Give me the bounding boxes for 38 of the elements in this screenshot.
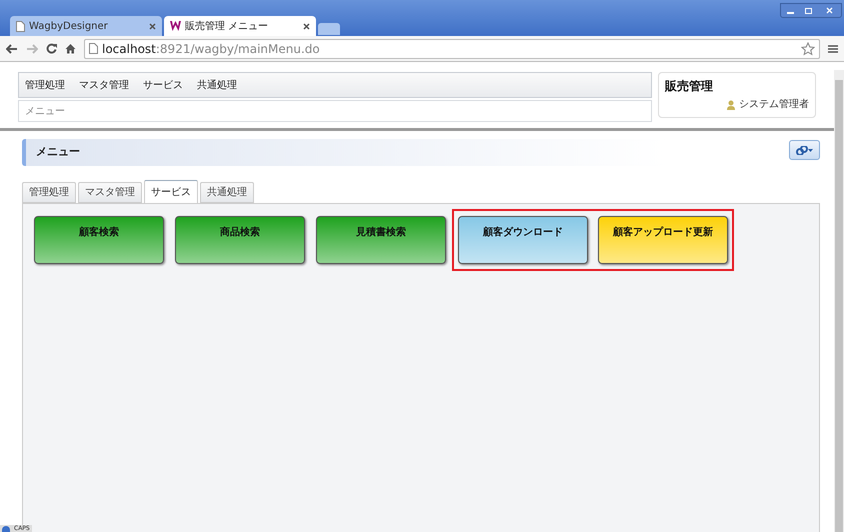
menu-button[interactable]: 顧客検索 bbox=[34, 216, 164, 264]
breadcrumb-text: メニュー bbox=[25, 104, 65, 118]
user-name: システム管理者 bbox=[739, 98, 809, 112]
link-icon bbox=[796, 146, 814, 154]
close-icon bbox=[826, 7, 832, 14]
star-icon[interactable] bbox=[801, 42, 815, 56]
tools-button[interactable] bbox=[789, 140, 820, 160]
browser-tab[interactable]: WagbyDesigner bbox=[10, 16, 162, 36]
logo-icon bbox=[170, 21, 181, 31]
page-icon bbox=[16, 20, 25, 32]
address-bar[interactable]: localhost:8921/wagby/mainMenu.do bbox=[84, 38, 820, 58]
url-text: localhost:8921/wagby/mainMenu.do bbox=[102, 40, 321, 58]
menu-icon[interactable] bbox=[828, 44, 838, 54]
browser-tab[interactable]: 販売管理 メニュー bbox=[164, 16, 316, 36]
menu-button[interactable]: 顧客ダウンロード bbox=[458, 216, 588, 264]
menu-item[interactable]: 管理処理 bbox=[25, 78, 65, 92]
menu-item[interactable]: サービス bbox=[143, 78, 183, 92]
menu-item[interactable]: マスタ管理 bbox=[79, 78, 129, 92]
reload-icon[interactable] bbox=[46, 43, 57, 54]
page-icon bbox=[89, 43, 98, 54]
menu-item[interactable]: 共通処理 bbox=[197, 78, 237, 92]
close-icon[interactable] bbox=[149, 22, 156, 30]
tab-title: WagbyDesigner bbox=[29, 20, 109, 34]
menu-button[interactable]: 見積書検索 bbox=[316, 216, 446, 264]
panel-tab[interactable]: サービス bbox=[144, 180, 198, 204]
panel-tab[interactable]: マスタ管理 bbox=[78, 182, 142, 203]
status-icon bbox=[2, 526, 10, 532]
app-title: 販売管理 bbox=[665, 78, 714, 95]
menu-button[interactable]: 商品検索 bbox=[175, 216, 305, 264]
panel-title: メニュー bbox=[36, 144, 80, 160]
panel-tab[interactable]: 共通処理 bbox=[200, 182, 254, 203]
back-icon[interactable] bbox=[6, 44, 18, 54]
tab-title: 販売管理 メニュー bbox=[185, 20, 270, 34]
panel-tab[interactable]: 管理処理 bbox=[22, 182, 76, 203]
menu-button[interactable]: 顧客アップロード更新 bbox=[598, 216, 728, 264]
close-icon[interactable] bbox=[303, 22, 310, 30]
home-icon[interactable] bbox=[65, 43, 76, 54]
user-icon bbox=[727, 100, 735, 110]
